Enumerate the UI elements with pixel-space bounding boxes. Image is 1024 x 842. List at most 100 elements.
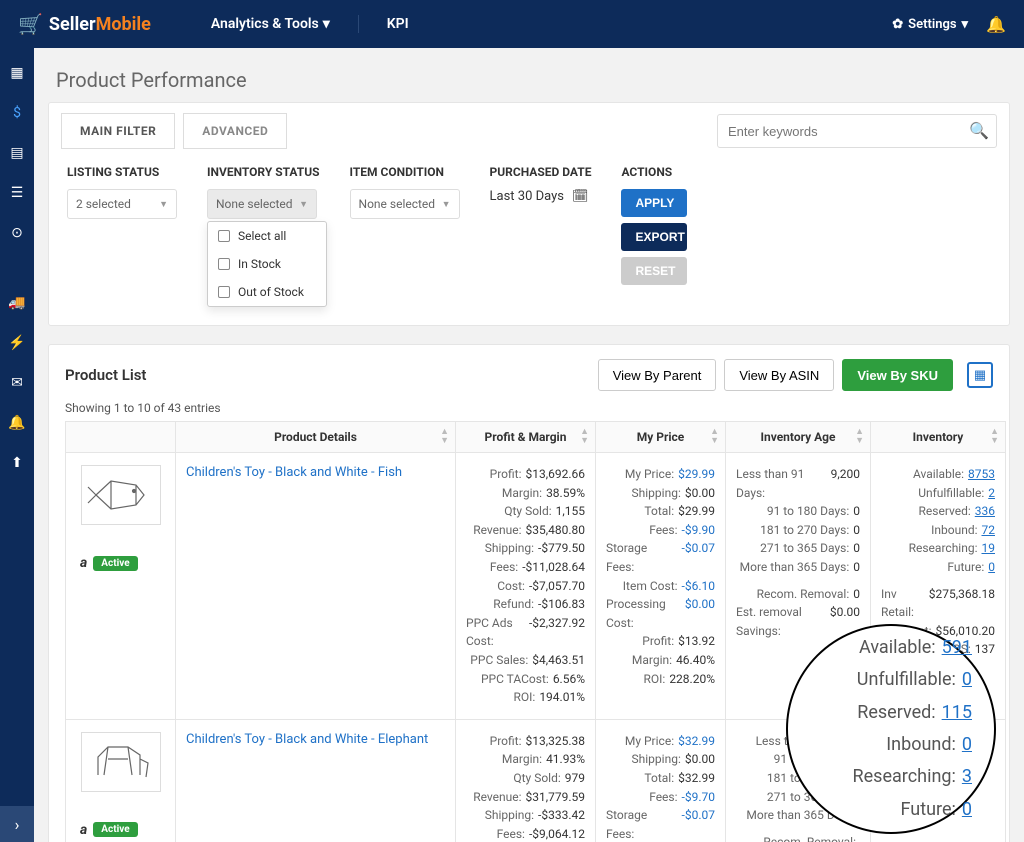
kv-row: ROI: 228.20%	[606, 670, 715, 689]
checkbox-icon	[218, 286, 230, 298]
product-image[interactable]	[81, 732, 161, 792]
kv-row: Fees: -$11,028.64	[466, 558, 585, 577]
inventory-status-select[interactable]: None selected▼	[207, 189, 317, 219]
view-by-sku-button[interactable]: View By SKU	[842, 359, 953, 391]
view-by-asin-button[interactable]: View By ASIN	[724, 359, 834, 391]
kv-row: My Price: $29.99	[606, 465, 715, 484]
amazon-icon: a	[80, 555, 87, 571]
zoom-value[interactable]: 115	[942, 697, 972, 729]
sort-icon: ▲▼	[440, 428, 449, 446]
checkbox-icon	[218, 230, 230, 242]
kv-row: Qty Sold: 979	[466, 769, 585, 788]
col-profit-margin[interactable]: Profit & Margin▲▼	[456, 422, 596, 453]
kv-row: Reserved: 336	[881, 502, 995, 521]
sidebar-list-icon[interactable]: ☰	[0, 182, 34, 204]
checkbox-icon	[218, 258, 230, 270]
caret-icon: ▼	[159, 199, 168, 210]
kv-row: Inbound: 72	[881, 521, 995, 540]
caret-icon: ▼	[442, 199, 451, 210]
kv-row: 271 to 365 Days: 0	[736, 539, 860, 558]
kv-row: Cost: -$7,057.70	[466, 577, 585, 596]
sidebar-upload-icon[interactable]: ⬆	[0, 452, 34, 474]
kv-row: 91 to 180 Days: 0	[736, 502, 860, 521]
sidebar-expand[interactable]: ›	[0, 806, 34, 842]
zoom-value[interactable]: 0	[962, 794, 972, 826]
zoom-value[interactable]: 0	[962, 729, 972, 761]
bell-icon[interactable]: 🔔	[986, 15, 1006, 34]
sidebar-grid-icon[interactable]: ▦	[0, 62, 34, 84]
status-badge: Active	[93, 556, 137, 571]
kv-row: Est. removal Savings: $0.00	[736, 603, 860, 640]
sort-icon: ▲▼	[855, 428, 864, 446]
nav-analytics[interactable]: Analytics & Tools▾	[211, 16, 330, 32]
sidebar-doc-icon[interactable]: ▤	[0, 142, 34, 164]
listing-status-select[interactable]: 2 selected▼	[67, 189, 177, 219]
view-by-parent-button[interactable]: View By Parent	[598, 359, 717, 391]
kv-row: Less than 91 Days: 9,200	[736, 465, 860, 502]
sidebar-dollar-icon[interactable]: $	[0, 102, 34, 124]
product-image[interactable]	[81, 465, 161, 525]
kv-row: Qty Sold: 1,155	[466, 502, 585, 521]
nav-separator	[358, 15, 359, 33]
kv-row: Future: 0	[881, 558, 995, 577]
option-out-of-stock[interactable]: Out of Stock	[208, 278, 326, 306]
gear-icon: ✿	[892, 17, 903, 32]
settings-link[interactable]: ✿Settings▾	[892, 17, 968, 32]
col-inventory[interactable]: Inventory▲▼	[871, 422, 1006, 453]
export-button[interactable]: EXPORT	[621, 223, 687, 251]
option-in-stock[interactable]: In Stock	[208, 250, 326, 278]
sidebar-target-icon[interactable]: ⊙	[0, 222, 34, 244]
kv-row: Revenue: $31,779.59	[466, 788, 585, 807]
kv-row: Available: 8753	[881, 465, 995, 484]
kv-row: PPC TACost: 6.56%	[466, 670, 585, 689]
status-badge: Active	[93, 822, 137, 837]
sidebar-mail-icon[interactable]: ✉	[0, 372, 34, 394]
chevron-down-icon: ▾	[962, 17, 969, 32]
kv-row: Margin: 38.59%	[466, 484, 585, 503]
kv-row: Profit: $13,692.66	[466, 465, 585, 484]
item-condition-label: ITEM CONDITION	[350, 165, 460, 179]
item-condition-select[interactable]: None selected▼	[350, 189, 460, 219]
kv-row: Profit: $13.92	[606, 632, 715, 651]
inventory-status-dropdown: Select all In Stock Out of Stock	[207, 221, 327, 307]
search-input[interactable]	[717, 114, 997, 148]
product-list-title: Product List	[65, 366, 146, 384]
purchased-date-label: PURCHASED DATE	[490, 165, 592, 179]
zoom-value[interactable]: 591	[942, 632, 972, 664]
sidebar: ▦ $ ▤ ☰ ⊙ 🚚 ⚡ ✉ 🔔 ⬆ ›	[0, 48, 34, 842]
sort-icon: ▲▼	[710, 428, 719, 446]
nav-kpi[interactable]: KPI	[387, 16, 409, 32]
kv-row: Profit: $13,325.38	[466, 732, 585, 751]
sidebar-bell-icon[interactable]: 🔔	[0, 412, 34, 434]
zoom-value[interactable]: 0	[962, 664, 972, 696]
kv-row: 181 to 270 Days: 0	[736, 521, 860, 540]
kv-row: Fees: -$9.90	[606, 521, 715, 540]
tab-main-filter[interactable]: MAIN FILTER	[61, 113, 175, 149]
listing-status-label: LISTING STATUS	[67, 165, 177, 179]
option-select-all[interactable]: Select all	[208, 222, 326, 250]
apply-button[interactable]: APPLY	[621, 189, 687, 217]
sidebar-truck-icon[interactable]: 🚚	[0, 292, 34, 314]
col-product-details[interactable]: Product Details▲▼	[176, 422, 456, 453]
purchased-date-value[interactable]: Last 30 Days🗓	[490, 189, 592, 204]
zoom-value[interactable]: 3	[962, 761, 972, 793]
product-name-link[interactable]: Children's Toy - Black and White - Eleph…	[186, 732, 428, 747]
search-icon[interactable]: 🔍	[969, 121, 989, 140]
col-my-price[interactable]: My Price▲▼	[596, 422, 726, 453]
zoom-callout: Available:591Unfulfillable:0Reserved:115…	[786, 624, 996, 834]
kv-row: Shipping: -$779.50	[466, 539, 585, 558]
logo[interactable]: 🛒 SellerMobile	[18, 12, 151, 36]
columns-icon[interactable]: ▦	[967, 362, 993, 388]
kv-row: Shipping: $0.00	[606, 484, 715, 503]
reset-button[interactable]: RESET	[621, 257, 687, 285]
kv-row: ROI: 194.01%	[466, 688, 585, 707]
sidebar-bolt-icon[interactable]: ⚡	[0, 332, 34, 354]
topbar: 🛒 SellerMobile Analytics & Tools▾ KPI ✿S…	[0, 0, 1024, 48]
tab-advanced[interactable]: ADVANCED	[183, 113, 287, 149]
sort-icon: ▲▼	[990, 428, 999, 446]
product-name-link[interactable]: Children's Toy - Black and White - Fish	[186, 465, 402, 480]
kv-row: Researching: 19	[881, 539, 995, 558]
kv-row: Total: $32.99	[606, 769, 715, 788]
col-inventory-age[interactable]: Inventory Age▲▼	[726, 422, 871, 453]
caret-icon: ▼	[299, 199, 308, 210]
